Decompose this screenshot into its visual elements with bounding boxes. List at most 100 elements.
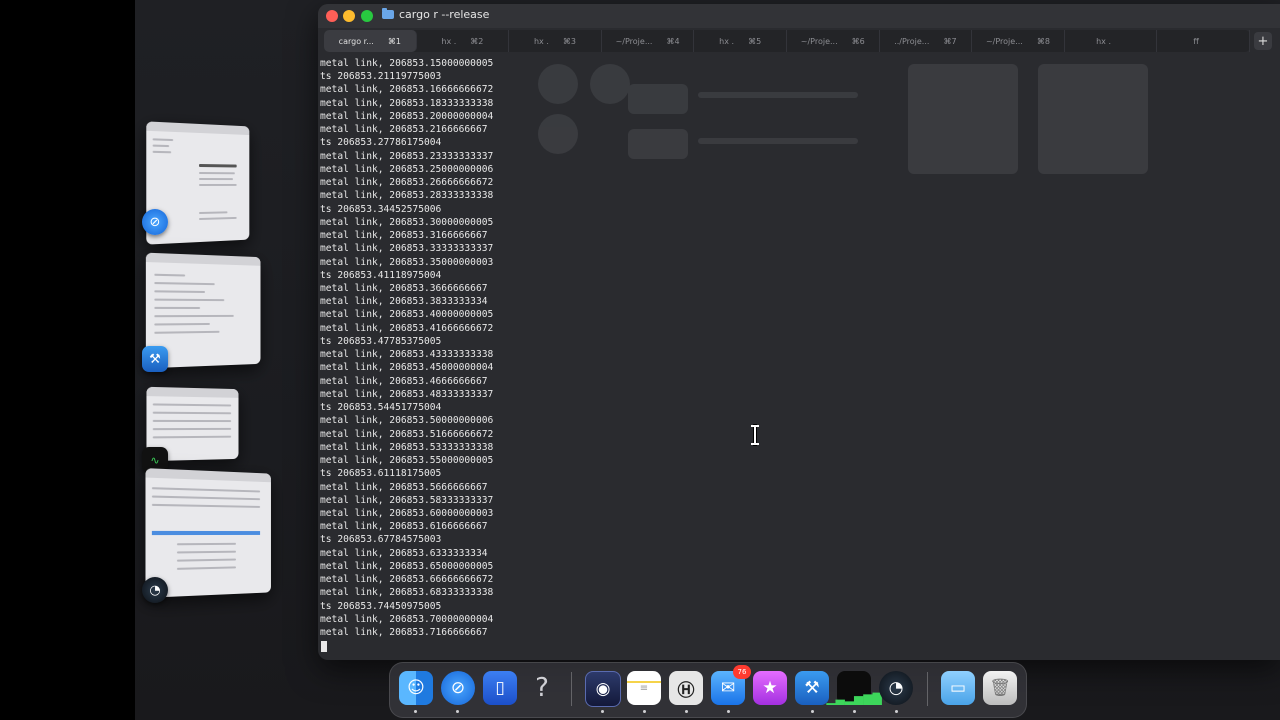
tab-shortcut: ⌘6 [851, 36, 865, 46]
title-bar: cargo r --release [318, 4, 1280, 28]
output-line: ts 206853.21119775003 [320, 71, 442, 83]
output-line: ts 206853.74450975005 [320, 600, 442, 612]
tab-5[interactable]: hx . ⌘5 [694, 30, 787, 52]
new-tab-button[interactable]: + [1254, 32, 1272, 50]
running-indicator [414, 710, 417, 713]
output-line: metal link, 206853.28333333338 [320, 190, 494, 202]
output-line: metal link, 206853.70000000004 [320, 613, 494, 625]
output-line: metal link, 206853.65000000005 [320, 560, 494, 572]
close-button[interactable] [326, 10, 338, 22]
dock-separator [571, 672, 572, 706]
safari-icon[interactable]: ⊘ [441, 671, 475, 705]
tab-shortcut: ⌘4 [666, 36, 680, 46]
dock-separator [927, 672, 928, 706]
output-line: metal link, 206853.43333333338 [320, 349, 494, 361]
tab-label: hx . [533, 36, 549, 46]
output-line: metal link, 206853.53333333338 [320, 441, 494, 453]
output-line: metal link, 206853.3666666667 [320, 282, 488, 294]
output-line: metal link, 206853.16666666672 [320, 84, 494, 96]
tab-label: ~/Proje... [615, 36, 653, 46]
tab-4[interactable]: ~/Proje... ⌘4 [602, 30, 695, 52]
tab-7[interactable]: ../Proje... ⌘7 [880, 30, 973, 52]
helix-icon[interactable]: Ⓗ [669, 671, 703, 705]
terminal-window: cargo r --release cargo r... ⌘1 hx . ⌘2 hx… [318, 4, 1280, 660]
output-line: metal link, 206853.45000000004 [320, 362, 494, 374]
itunes-store-icon[interactable]: ★ [753, 671, 787, 705]
running-indicator [643, 710, 646, 713]
help-question-icon[interactable]: ? [525, 671, 559, 705]
output-line: metal link, 206853.6166666667 [320, 521, 488, 533]
tab-label: ../Proje... [894, 36, 930, 46]
notes-icon[interactable]: ≡ [627, 671, 661, 705]
output-line: ts 206853.61118175005 [320, 468, 442, 480]
output-line: metal link, 206853.35000000003 [320, 256, 494, 268]
output-line: metal link, 206853.50000000006 [320, 415, 494, 427]
output-line: ts 206853.34452575006 [320, 203, 442, 215]
stage-thumbnail-instruments[interactable] [145, 468, 271, 598]
mail-badge: 76 [733, 665, 751, 679]
tab-shortcut: ⌘2 [470, 36, 484, 46]
text-cursor [321, 641, 327, 652]
zoom-button[interactable] [361, 10, 373, 22]
running-indicator [853, 710, 856, 713]
output-line: ts 206853.54451775004 [320, 402, 442, 414]
window-title-text: cargo r --release [399, 8, 490, 21]
tab-10[interactable]: ff [1157, 30, 1250, 52]
output-line: metal link, 206853.68333333338 [320, 587, 494, 599]
finder-icon[interactable]: ☺ [399, 671, 433, 705]
output-line: metal link, 206853.23333333337 [320, 150, 494, 162]
tab-label: hx . [719, 36, 735, 46]
output-line: metal link, 206853.3166666667 [320, 230, 488, 242]
output-line: metal link, 206853.18333333338 [320, 97, 494, 109]
tab-8[interactable]: ~/Proje... ⌘8 [972, 30, 1065, 52]
output-line: metal link, 206853.55000000005 [320, 455, 494, 467]
output-line: ts 206853.67784575003 [320, 534, 442, 546]
output-line: ts 206853.41118975004 [320, 269, 442, 281]
xcode-beta-icon: ⚒ [142, 346, 168, 372]
tab-6[interactable]: ~/Proje... ⌘6 [787, 30, 880, 52]
tab-bar: cargo r... ⌘1 hx . ⌘2 hx . ⌘3 ~/Proje... ⌘4 … [324, 30, 1250, 52]
left-black-strip [0, 0, 135, 720]
running-indicator [727, 710, 730, 713]
output-line: metal link, 206853.41666666672 [320, 322, 494, 334]
trash-icon[interactable]: 🗑 [983, 671, 1017, 705]
output-line: metal link, 206853.58333333337 [320, 494, 494, 506]
tab-label: hx . [441, 36, 457, 46]
thumbnail-window [145, 468, 271, 598]
tab-9[interactable]: hx . [1065, 30, 1158, 52]
safari-icon: ⊘ [142, 209, 168, 235]
output-line: metal link, 206853.66666666672 [320, 574, 494, 586]
output-line: metal link, 206853.30000000005 [320, 216, 494, 228]
tab-1[interactable]: cargo r... ⌘1 [324, 30, 417, 52]
output-line: metal link, 206853.60000000003 [320, 507, 494, 519]
running-indicator [456, 710, 459, 713]
ghostty-terminal-icon[interactable]: ◉ [585, 671, 621, 707]
terminal-output[interactable]: metal link, 206853.15000000005 ts 206853.… [320, 57, 493, 639]
output-line: metal link, 206853.4666666667 [320, 375, 488, 387]
instruments-beta-icon[interactable]: ◔ [879, 671, 913, 705]
output-line: metal link, 206853.6333333334 [320, 547, 488, 559]
activity-monitor-icon[interactable]: ▁▃▂▅▆▇ [826, 671, 882, 705]
tab-shortcut: ⌘1 [387, 36, 401, 46]
tab-label: ~/Proje... [985, 36, 1023, 46]
ibeam-pointer-icon [751, 425, 759, 445]
output-line: metal link, 206853.26666666672 [320, 177, 494, 189]
output-line: metal link, 206853.40000000005 [320, 309, 494, 321]
mail-icon[interactable]: ✉ 76 [711, 665, 751, 705]
output-line: metal link, 206853.51666666672 [320, 428, 494, 440]
tab-3[interactable]: hx . ⌘3 [509, 30, 602, 52]
tab-shortcut: ⌘7 [943, 36, 957, 46]
xcode-beta-icon[interactable]: ⚒ [795, 671, 829, 705]
minimize-button[interactable] [343, 10, 355, 22]
tab-2[interactable]: hx . ⌘2 [417, 30, 510, 52]
output-line: metal link, 206853.48333333337 [320, 388, 494, 400]
tab-shortcut: ⌘3 [562, 36, 576, 46]
running-indicator [601, 710, 604, 713]
output-line: ts 206853.27786175004 [320, 137, 442, 149]
tab-shortcut: ⌘8 [1036, 36, 1050, 46]
downloads-folder-icon[interactable]: ▭ [941, 671, 975, 705]
output-line: metal link, 206853.15000000005 [320, 58, 494, 69]
dock: ☺ ⊘ ▯ ? ◉ ≡ Ⓗ ✉ 76 ★ ⚒ ▁▃▂▅▆▇ ◔ ▭ 🗑 [389, 662, 1027, 718]
running-indicator [895, 710, 898, 713]
notes-blue-app-icon[interactable]: ▯ [483, 671, 517, 705]
